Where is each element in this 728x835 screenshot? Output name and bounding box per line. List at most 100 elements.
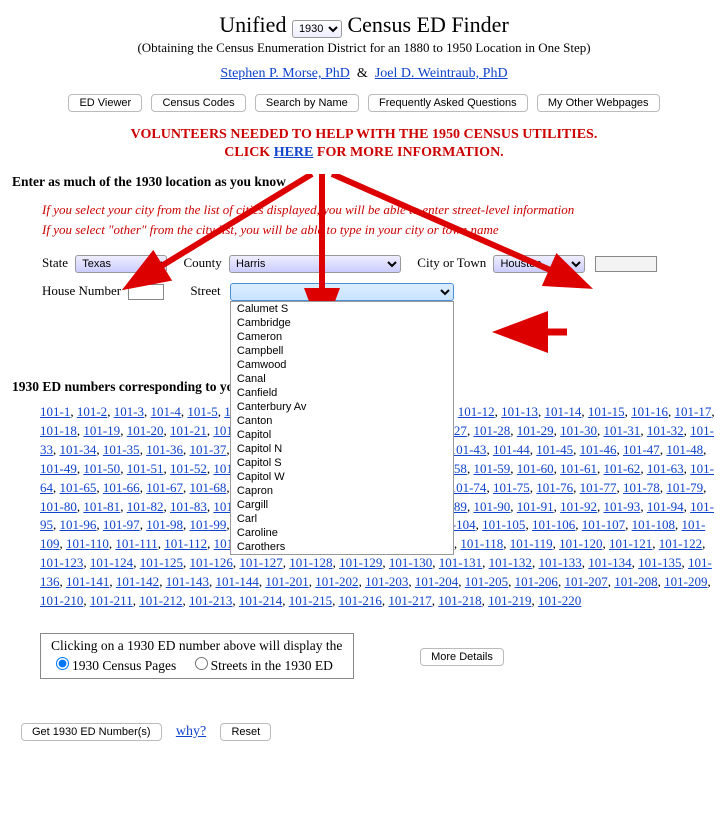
- street-option[interactable]: Capitol: [231, 428, 453, 442]
- ed-link[interactable]: 101-19: [83, 423, 120, 438]
- ed-link[interactable]: 101-52: [170, 461, 207, 476]
- ed-link[interactable]: 101-14: [544, 404, 581, 419]
- ed-link[interactable]: 101-208: [614, 574, 657, 589]
- nav-search-by-name[interactable]: Search by Name: [255, 94, 359, 112]
- ed-link[interactable]: 101-107: [582, 517, 625, 532]
- ed-link[interactable]: 101-106: [532, 517, 575, 532]
- reset-button[interactable]: Reset: [220, 723, 271, 741]
- ed-link[interactable]: 101-119: [510, 536, 553, 551]
- ed-link[interactable]: 101-220: [538, 593, 581, 608]
- ed-link[interactable]: 101-1: [40, 404, 70, 419]
- street-option[interactable]: Capitol N: [231, 442, 453, 456]
- ed-link[interactable]: 101-121: [609, 536, 652, 551]
- ed-link[interactable]: 101-97: [103, 517, 140, 532]
- ed-link[interactable]: 101-141: [66, 574, 109, 589]
- ed-link[interactable]: 101-105: [482, 517, 525, 532]
- ed-link[interactable]: 101-205: [465, 574, 508, 589]
- street-option[interactable]: Cameron: [231, 330, 453, 344]
- ed-link[interactable]: 101-91: [517, 499, 554, 514]
- everywhere-input[interactable]: [595, 256, 657, 272]
- street-option[interactable]: Capron: [231, 484, 453, 498]
- ed-link[interactable]: 101-209: [664, 574, 707, 589]
- ed-link[interactable]: 101-214: [239, 593, 282, 608]
- ed-link[interactable]: 101-4: [151, 404, 181, 419]
- ed-link[interactable]: 101-92: [560, 499, 597, 514]
- street-select[interactable]: [230, 283, 454, 301]
- ed-link[interactable]: 101-68: [190, 480, 227, 495]
- street-option[interactable]: Canton: [231, 414, 453, 428]
- ed-link[interactable]: 101-51: [127, 461, 164, 476]
- county-select[interactable]: Harris: [229, 255, 401, 273]
- ed-link[interactable]: 101-78: [623, 480, 660, 495]
- ed-link[interactable]: 101-62: [603, 461, 640, 476]
- ed-link[interactable]: 101-207: [564, 574, 607, 589]
- street-option[interactable]: Caroline: [231, 526, 453, 540]
- radio-streets[interactable]: Streets in the 1930 ED: [190, 658, 333, 673]
- ed-link[interactable]: 101-77: [580, 480, 617, 495]
- street-option[interactable]: Carl: [231, 512, 453, 526]
- ed-link[interactable]: 101-45: [536, 442, 573, 457]
- ed-link[interactable]: 101-124: [90, 555, 133, 570]
- ed-link[interactable]: 101-43: [450, 442, 487, 457]
- ed-link[interactable]: 101-98: [146, 517, 183, 532]
- ed-link[interactable]: 101-28: [473, 423, 510, 438]
- ed-link[interactable]: 101-32: [647, 423, 684, 438]
- ed-link[interactable]: 101-12: [458, 404, 495, 419]
- ed-link[interactable]: 101-15: [588, 404, 625, 419]
- ed-link[interactable]: 101-21: [170, 423, 207, 438]
- ed-link[interactable]: 101-203: [365, 574, 408, 589]
- street-option[interactable]: Campbell: [231, 344, 453, 358]
- ed-link[interactable]: 101-20: [127, 423, 164, 438]
- street-option[interactable]: Capitol W: [231, 470, 453, 484]
- ed-link[interactable]: 101-16: [631, 404, 668, 419]
- street-option[interactable]: Capitol S: [231, 456, 453, 470]
- ed-link[interactable]: 101-129: [339, 555, 382, 570]
- ed-link[interactable]: 101-61: [560, 461, 597, 476]
- nav-faq[interactable]: Frequently Asked Questions: [368, 94, 528, 112]
- ed-link[interactable]: 101-94: [647, 499, 684, 514]
- street-option[interactable]: Carr: [231, 554, 453, 555]
- ed-link[interactable]: 101-18: [40, 423, 77, 438]
- ed-link[interactable]: 101-63: [647, 461, 684, 476]
- ed-link[interactable]: 101-36: [146, 442, 183, 457]
- volunteer-link[interactable]: HERE: [274, 145, 314, 160]
- street-option[interactable]: Calumet S: [231, 302, 453, 316]
- ed-link[interactable]: 101-5: [187, 404, 217, 419]
- ed-link[interactable]: 101-215: [289, 593, 332, 608]
- ed-link[interactable]: 101-13: [501, 404, 538, 419]
- author2-link[interactable]: Joel D. Weintraub, PhD: [375, 66, 508, 81]
- ed-link[interactable]: 101-65: [60, 480, 97, 495]
- ed-link[interactable]: 101-46: [580, 442, 617, 457]
- ed-link[interactable]: 101-47: [623, 442, 660, 457]
- ed-link[interactable]: 101-37: [190, 442, 227, 457]
- nav-ed-viewer[interactable]: ED Viewer: [68, 94, 142, 112]
- street-option[interactable]: Canal: [231, 372, 453, 386]
- ed-link[interactable]: 101-206: [515, 574, 558, 589]
- ed-link[interactable]: 101-122: [659, 536, 702, 551]
- get-ed-numbers-button[interactable]: Get 1930 ED Number(s): [21, 723, 162, 741]
- ed-link[interactable]: 101-59: [473, 461, 510, 476]
- ed-link[interactable]: 101-142: [116, 574, 159, 589]
- nav-census-codes[interactable]: Census Codes: [151, 94, 245, 112]
- ed-link[interactable]: 101-48: [666, 442, 703, 457]
- street-option[interactable]: Canfield: [231, 386, 453, 400]
- ed-link[interactable]: 101-74: [450, 480, 487, 495]
- ed-link[interactable]: 101-131: [439, 555, 482, 570]
- ed-link[interactable]: 101-30: [560, 423, 597, 438]
- ed-link[interactable]: 101-143: [166, 574, 209, 589]
- ed-link[interactable]: 101-130: [389, 555, 432, 570]
- ed-link[interactable]: 101-134: [588, 555, 631, 570]
- why-link[interactable]: why?: [176, 724, 206, 739]
- ed-link[interactable]: 101-29: [517, 423, 554, 438]
- ed-link[interactable]: 101-201: [265, 574, 308, 589]
- ed-link[interactable]: 101-112: [164, 536, 207, 551]
- ed-link[interactable]: 101-128: [289, 555, 332, 570]
- ed-link[interactable]: 101-204: [415, 574, 458, 589]
- ed-link[interactable]: 101-76: [536, 480, 573, 495]
- ed-link[interactable]: 101-216: [339, 593, 382, 608]
- ed-link[interactable]: 101-218: [438, 593, 481, 608]
- ed-link[interactable]: 101-99: [190, 517, 227, 532]
- ed-link[interactable]: 101-133: [538, 555, 581, 570]
- ed-link[interactable]: 101-49: [40, 461, 77, 476]
- ed-link[interactable]: 101-83: [170, 499, 207, 514]
